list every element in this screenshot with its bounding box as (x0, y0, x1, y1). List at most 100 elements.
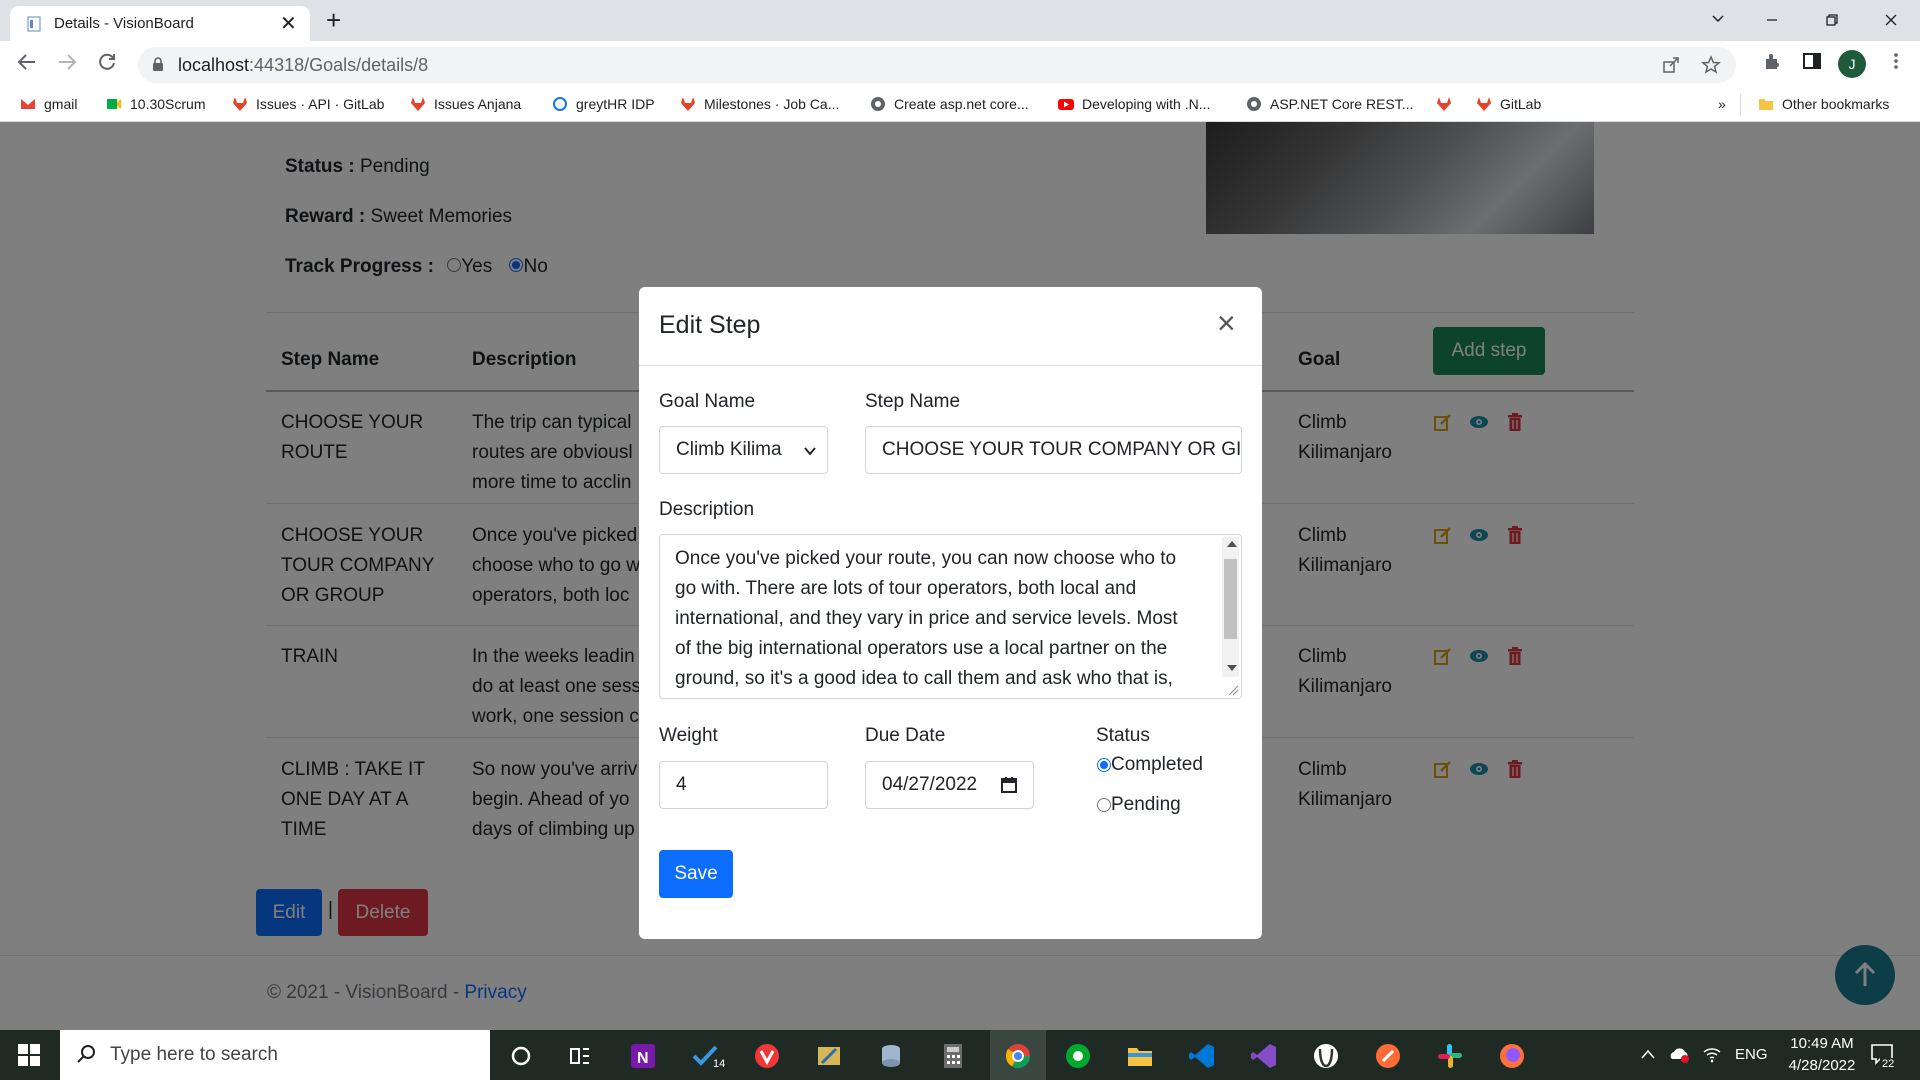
task-view-icon[interactable] (565, 1041, 595, 1071)
browser-toolbar: localhost:44318/Goals/details/8 J (0, 41, 1920, 89)
bookmark-gitlab[interactable]: GitLab (1476, 96, 1541, 116)
lock-icon[interactable] (152, 57, 164, 71)
bookmarks-bar: gmail 10.30Scrum Issues · API · GitLab I… (0, 89, 1920, 122)
chrome-icon[interactable] (1003, 1041, 1033, 1071)
description-scrollbar-thumb[interactable] (1224, 559, 1237, 639)
bookmark-label: Issues Anjana (434, 96, 522, 112)
onenote-icon[interactable]: N (628, 1041, 658, 1071)
browser-tab-bar: Details - VisionBoard ✕ + (0, 0, 1920, 41)
clock-date[interactable]: 4/28/2022 (1778, 1057, 1866, 1074)
bookmark-star-icon[interactable] (1701, 55, 1721, 75)
chevron-down-icon (804, 447, 816, 456)
show-hidden-icons-chevron[interactable] (1640, 1048, 1656, 1060)
bookmark-label: GitLab (1500, 96, 1542, 112)
gmail-icon (21, 99, 35, 109)
tab-close-icon[interactable]: ✕ (280, 11, 297, 36)
vscode-icon[interactable] (1187, 1041, 1217, 1071)
reload-icon[interactable] (96, 51, 118, 73)
vivaldi-icon[interactable] (752, 1041, 782, 1071)
status-pending-label: Pending (1111, 794, 1181, 815)
extensions-icon[interactable] (1762, 51, 1782, 71)
google-meet-icon (107, 99, 121, 109)
save-button[interactable]: Save (659, 850, 733, 898)
wifi-icon[interactable] (1702, 1044, 1722, 1064)
bookmark-aspnet-rest[interactable]: ASP.NET Core REST... (1246, 96, 1413, 116)
todo-badge: 14 (710, 1058, 729, 1070)
scroll-up-arrow-icon[interactable] (1226, 539, 1238, 549)
step-name-label: Step Name (865, 391, 961, 412)
tab-title: Details - VisionBoard (54, 15, 194, 32)
bookmark-create-aspnet[interactable]: Create asp.net core... (870, 96, 1029, 116)
onedrive-icon[interactable] (1668, 1044, 1690, 1064)
firefox-icon[interactable] (1497, 1041, 1527, 1071)
bookmark-other[interactable]: Other bookmarks (1758, 96, 1889, 116)
new-tab-button[interactable]: + (326, 5, 341, 36)
bookmark-gmail[interactable]: gmail (20, 96, 77, 116)
bookmark-developing-net[interactable]: Developing with .N... (1058, 96, 1210, 116)
forward-icon[interactable] (56, 51, 78, 73)
cortana-icon[interactable] (506, 1041, 536, 1071)
bookmark-label: Developing with .N... (1082, 96, 1211, 112)
modal-title: Edit Step (659, 311, 761, 339)
url-text: localhost:44318/Goals/details/8 (178, 55, 428, 76)
bookmark-gitlab-unnamed[interactable] (1436, 96, 1460, 116)
status-pending-radio[interactable] (1097, 798, 1111, 812)
resize-handle-icon[interactable] (1227, 684, 1239, 696)
globe-icon (1247, 97, 1261, 111)
snipping-tool-icon[interactable] (814, 1041, 844, 1071)
search-icon (77, 1045, 95, 1063)
postgres-icon[interactable] (1311, 1041, 1341, 1071)
language-indicator[interactable]: ENG (1735, 1046, 1768, 1063)
menu-kebab-icon[interactable] (1886, 51, 1906, 71)
bookmark-greythr[interactable]: greytHR IDP (552, 96, 655, 116)
window-close-icon[interactable] (1883, 12, 1899, 28)
goal-name-select[interactable]: Climb Kilima (659, 426, 828, 474)
postman-icon[interactable] (1373, 1041, 1403, 1071)
evernote-icon[interactable] (1063, 1041, 1093, 1071)
bookmark-issues-anjana[interactable]: Issues Anjana (410, 96, 521, 116)
profile-avatar[interactable]: J (1838, 50, 1866, 78)
status-completed-label: Completed (1111, 754, 1203, 775)
bookmarks-overflow-chevron[interactable]: » (1718, 96, 1726, 116)
description-line: international, and they vary in price an… (675, 608, 1178, 629)
browser-tab[interactable]: Details - VisionBoard ✕ (10, 6, 310, 41)
taskbar-search[interactable]: Type here to search (60, 1030, 490, 1080)
windows-start-icon[interactable] (18, 1044, 40, 1066)
address-bar[interactable]: localhost:44318/Goals/details/8 (138, 47, 1736, 83)
url-path: :44318/Goals/details/8 (249, 55, 429, 75)
step-name-input[interactable]: CHOOSE YOUR TOUR COMPANY OR GI (865, 426, 1242, 474)
scroll-down-arrow-icon[interactable] (1226, 663, 1238, 673)
calculator-icon[interactable] (938, 1041, 968, 1071)
tab-search-icon[interactable] (1710, 11, 1726, 27)
database-tool-icon[interactable] (876, 1041, 906, 1071)
bookmark-label: 10.30Scrum (130, 96, 206, 112)
clock-time[interactable]: 10:49 AM (1782, 1035, 1862, 1052)
back-icon[interactable] (16, 51, 38, 73)
bookmarks-divider (1740, 94, 1741, 116)
modal-close-icon[interactable]: × (1217, 307, 1236, 339)
globe-icon (871, 97, 885, 111)
slack-icon[interactable] (1435, 1041, 1465, 1071)
bookmark-label: Issues · API · GitLab (256, 96, 385, 112)
minimize-icon[interactable] (1764, 12, 1780, 28)
description-line: go with. There are lots of tour operator… (675, 578, 1137, 599)
gitlab-icon (1477, 97, 1491, 111)
goal-name-value: Climb Kilima (676, 439, 782, 460)
calendar-icon[interactable] (1000, 776, 1018, 794)
share-icon[interactable] (1662, 56, 1680, 74)
bookmark-scrum[interactable]: 10.30Scrum (106, 96, 205, 116)
bookmark-gitlab-issues-api[interactable]: Issues · API · GitLab (232, 96, 384, 116)
bookmark-milestones[interactable]: Milestones · Job Ca... (680, 96, 839, 116)
status-completed-radio[interactable] (1097, 758, 1111, 772)
restore-icon[interactable] (1824, 12, 1840, 28)
description-line: ground, so it's a good idea to call them… (675, 668, 1173, 689)
visual-studio-icon[interactable] (1249, 1041, 1279, 1071)
bookmark-label: gmail (44, 96, 78, 112)
weight-input[interactable]: 4 (659, 761, 828, 809)
file-explorer-icon[interactable] (1125, 1041, 1155, 1071)
description-line: of the big international operators use a… (675, 638, 1168, 659)
due-date-input[interactable]: 04/27/2022 (865, 761, 1034, 809)
side-panel-icon[interactable] (1802, 51, 1822, 71)
modal-header: Edit Step × (639, 287, 1262, 366)
description-textarea[interactable]: Once you've picked your route, you can n… (659, 534, 1242, 699)
